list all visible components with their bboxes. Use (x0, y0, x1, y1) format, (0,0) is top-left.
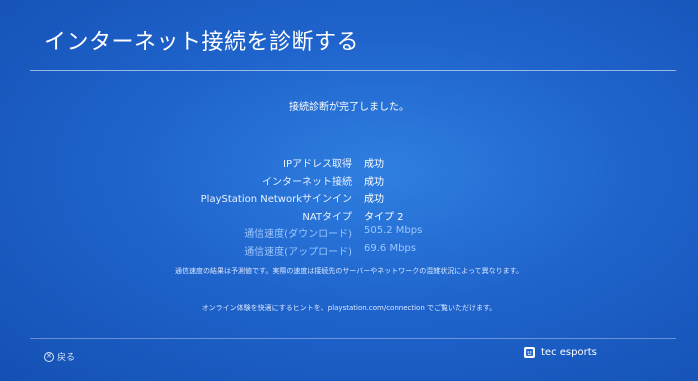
results-list: IPアドレス取得 成功 インターネット接続 成功 PlayStation Net… (0, 155, 698, 260)
network-diagnosis-screen: インターネット接続を診断する 接続診断が完了しました。 IPアドレス取得 成功 … (0, 0, 698, 381)
result-label-ip: IPアドレス取得 (283, 159, 352, 170)
back-button[interactable]: ✕ 戻る (44, 350, 75, 363)
user-avatar-icon (524, 347, 535, 358)
result-row-upload: 通信速度(アップロード) 69.6 Mbps (0, 243, 698, 261)
result-row-ip: IPアドレス取得 成功 (0, 155, 698, 173)
status-message: 接続診断が完了しました。 (289, 102, 409, 113)
connection-hint: オンライン体験を快適にするヒントを、playstation.com/connec… (201, 304, 497, 312)
user-profile: tec esports (524, 347, 597, 358)
result-value-nat: タイプ 2 (364, 211, 404, 223)
result-row-nat: NATタイプ タイプ 2 (0, 208, 698, 226)
footer-divider (30, 338, 676, 339)
speed-disclaimer: 通信速度の結果は予測値です。実際の速度は接続先のサーバーやネットワークの混雑状況… (175, 267, 523, 275)
result-value-psn: 成功 (364, 194, 384, 205)
user-name: tec esports (541, 347, 597, 358)
result-value-upload: 69.6 Mbps (364, 242, 416, 254)
result-row-psn: PlayStation Networkサインイン 成功 (0, 190, 698, 208)
result-label-download: 通信速度(ダウンロード) (244, 229, 352, 240)
cross-button-icon: ✕ (44, 351, 54, 362)
result-label-nat: NATタイプ (302, 211, 352, 223)
result-label-psn: PlayStation Networkサインイン (200, 194, 352, 205)
result-value-internet: 成功 (364, 176, 384, 188)
back-label: 戻る (57, 353, 76, 363)
header-divider (30, 70, 676, 71)
result-label-internet: インターネット接続 (262, 176, 352, 188)
page-title: インターネット接続を診断する (44, 30, 360, 55)
result-row-download: 通信速度(ダウンロード) 505.2 Mbps (0, 225, 698, 243)
result-label-upload: 通信速度(アップロード) (244, 246, 352, 258)
result-row-internet: インターネット接続 成功 (0, 173, 698, 191)
result-value-download: 505.2 Mbps (364, 225, 423, 236)
result-value-ip: 成功 (364, 159, 384, 170)
